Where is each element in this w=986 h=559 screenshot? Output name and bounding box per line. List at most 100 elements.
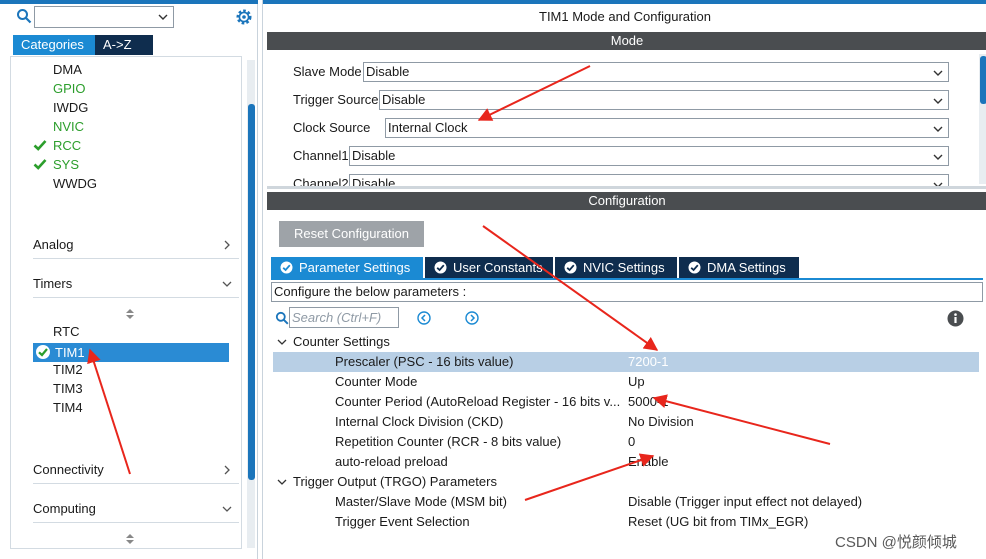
tab-categories[interactable]: Categories — [13, 35, 95, 55]
mode-label-channel2: Channel2 — [293, 176, 349, 186]
mode-label-slave-mode: Slave Mode — [293, 64, 362, 79]
chevron-down-icon — [933, 126, 943, 132]
chevron-down-icon — [933, 98, 943, 104]
parameters-description: Configure the below parameters : — [271, 282, 983, 302]
param-name: Trigger Event Selection — [335, 514, 470, 529]
section-divider — [33, 297, 239, 298]
section-divider — [33, 258, 239, 259]
channel2-select[interactable]: Disable — [349, 174, 949, 186]
section-computing-label: Computing — [33, 501, 96, 516]
mode-label-trigger-source: Trigger Source — [293, 92, 379, 107]
param-name: Master/Slave Mode (MSM bit) — [335, 494, 507, 509]
clock-source-select[interactable]: Internal Clock — [385, 118, 949, 138]
parameter-search-input[interactable]: Search (Ctrl+F) — [289, 307, 399, 328]
param-row[interactable]: Master/Slave Mode (MSM bit) Disable (Tri… — [273, 492, 979, 512]
param-value[interactable]: Enable — [628, 452, 668, 472]
param-value[interactable]: Disable (Trigger input effect not delaye… — [628, 492, 862, 512]
group-trgo-parameters[interactable]: Trigger Output (TRGO) Parameters — [293, 472, 497, 492]
param-row[interactable]: Counter Mode Up — [273, 372, 979, 392]
tree-item-iwdg[interactable]: IWDG — [53, 99, 88, 117]
search-previous-icon[interactable] — [417, 311, 431, 325]
param-row[interactable]: Trigger Event Selection Reset (UG bit fr… — [273, 512, 979, 532]
tab-user-constants[interactable]: User Constants — [425, 257, 553, 278]
info-icon[interactable] — [947, 310, 964, 327]
chevron-right-icon — [224, 465, 230, 475]
section-connectivity[interactable]: Connectivity — [33, 460, 239, 480]
param-value[interactable]: 0 — [628, 432, 635, 452]
param-row[interactable]: Repetition Counter (RCR - 8 bits value) … — [273, 432, 979, 452]
tree-item-rtc[interactable]: RTC — [53, 323, 79, 341]
section-analog[interactable]: Analog — [33, 235, 239, 255]
channel1-select[interactable]: Disable — [349, 146, 949, 166]
param-name: Internal Clock Division (CKD) — [335, 414, 504, 429]
param-name: Counter Period (AutoReload Register - 16… — [335, 394, 621, 409]
param-value[interactable]: 5000-1 — [628, 392, 668, 412]
gear-icon[interactable] — [234, 7, 254, 27]
chevron-right-icon — [224, 240, 230, 250]
trigger-source-value: Disable — [382, 92, 426, 107]
slave-mode-value: Disable — [366, 64, 410, 79]
section-timers-label: Timers — [33, 276, 73, 291]
search-next-icon[interactable] — [465, 311, 479, 325]
scroll-updown-icon[interactable] — [125, 308, 135, 320]
tree-item-sys[interactable]: SYS — [53, 156, 79, 174]
chevron-down-icon — [933, 154, 943, 160]
channel2-value: Disable — [352, 176, 396, 186]
right-top-accent — [263, 0, 986, 4]
split-divider[interactable] — [267, 186, 986, 189]
reset-configuration-button[interactable]: Reset Configuration — [279, 221, 424, 247]
chevron-down-icon[interactable] — [277, 337, 287, 347]
tab-dma-settings[interactable]: DMA Settings — [679, 257, 799, 278]
tree-item-tim2[interactable]: TIM2 — [53, 361, 83, 379]
check-circle-icon — [688, 261, 701, 274]
scroll-updown-icon[interactable] — [125, 533, 135, 545]
param-row[interactable]: Internal Clock Division (CKD) No Divisio… — [273, 412, 979, 432]
param-row[interactable]: Counter Period (AutoReload Register - 16… — [273, 392, 979, 412]
mode-scrollbar-thumb[interactable] — [980, 56, 986, 104]
mode-label-channel1: Channel1 — [293, 148, 349, 163]
param-row[interactable]: auto-reload preload Enable — [273, 452, 979, 472]
search-icon — [17, 9, 32, 24]
mode-section: Slave Mode Disable Trigger Source Disabl… — [267, 50, 986, 186]
section-computing[interactable]: Computing — [33, 499, 239, 519]
tree-item-tim3[interactable]: TIM3 — [53, 380, 83, 398]
left-scrollbar-thumb[interactable] — [248, 104, 255, 480]
tree-item-rcc[interactable]: RCC — [53, 137, 81, 155]
watermark: CSDN @悦颜倾城 — [835, 534, 957, 551]
chevron-down-icon — [933, 182, 943, 186]
right-panel: TIM1 Mode and Configuration Mode Slave M… — [262, 0, 986, 559]
section-timers[interactable]: Timers — [33, 274, 239, 294]
trigger-source-select[interactable]: Disable — [379, 90, 949, 110]
tab-nvic-settings[interactable]: NVIC Settings — [555, 257, 677, 278]
configuration-header: Configuration — [267, 192, 986, 210]
param-name: Prescaler (PSC - 16 bits value) — [335, 354, 514, 369]
tab-nvic-settings-label: NVIC Settings — [583, 260, 665, 275]
search-icon — [275, 311, 289, 325]
left-search-combo[interactable] — [34, 6, 174, 28]
tab-parameter-settings[interactable]: Parameter Settings — [271, 257, 423, 278]
tree-item-tim4[interactable]: TIM4 — [53, 399, 83, 417]
tree-item-wwdg[interactable]: WWDG — [53, 175, 97, 193]
tree-item-tim1[interactable]: TIM1 — [33, 343, 229, 362]
param-value[interactable]: Reset (UG bit from TIMx_EGR) — [628, 512, 808, 532]
group-counter-settings[interactable]: Counter Settings — [293, 332, 390, 352]
param-value[interactable]: 7200-1 — [628, 352, 668, 372]
param-value[interactable]: No Division — [628, 412, 694, 432]
tree-item-dma[interactable]: DMA — [53, 61, 82, 79]
tree-item-gpio[interactable]: GPIO — [53, 80, 86, 98]
check-circle-icon — [280, 261, 293, 274]
chevron-down-icon[interactable] — [277, 477, 287, 487]
check-circle-icon — [36, 345, 50, 359]
tab-a-to-z[interactable]: A->Z — [95, 35, 153, 55]
category-tree: DMA GPIO IWDG NVIC RCC SYS WWDG Analog T… — [10, 56, 242, 549]
tree-item-nvic[interactable]: NVIC — [53, 118, 84, 136]
chevron-down-icon — [222, 506, 232, 512]
section-divider — [33, 483, 239, 484]
check-icon — [33, 140, 47, 151]
clock-source-value: Internal Clock — [388, 120, 468, 135]
check-icon — [33, 159, 47, 170]
param-value[interactable]: Up — [628, 372, 645, 392]
param-row[interactable]: Prescaler (PSC - 16 bits value) 7200-1 — [273, 352, 979, 372]
slave-mode-select[interactable]: Disable — [363, 62, 949, 82]
tab-parameter-settings-label: Parameter Settings — [299, 260, 411, 275]
